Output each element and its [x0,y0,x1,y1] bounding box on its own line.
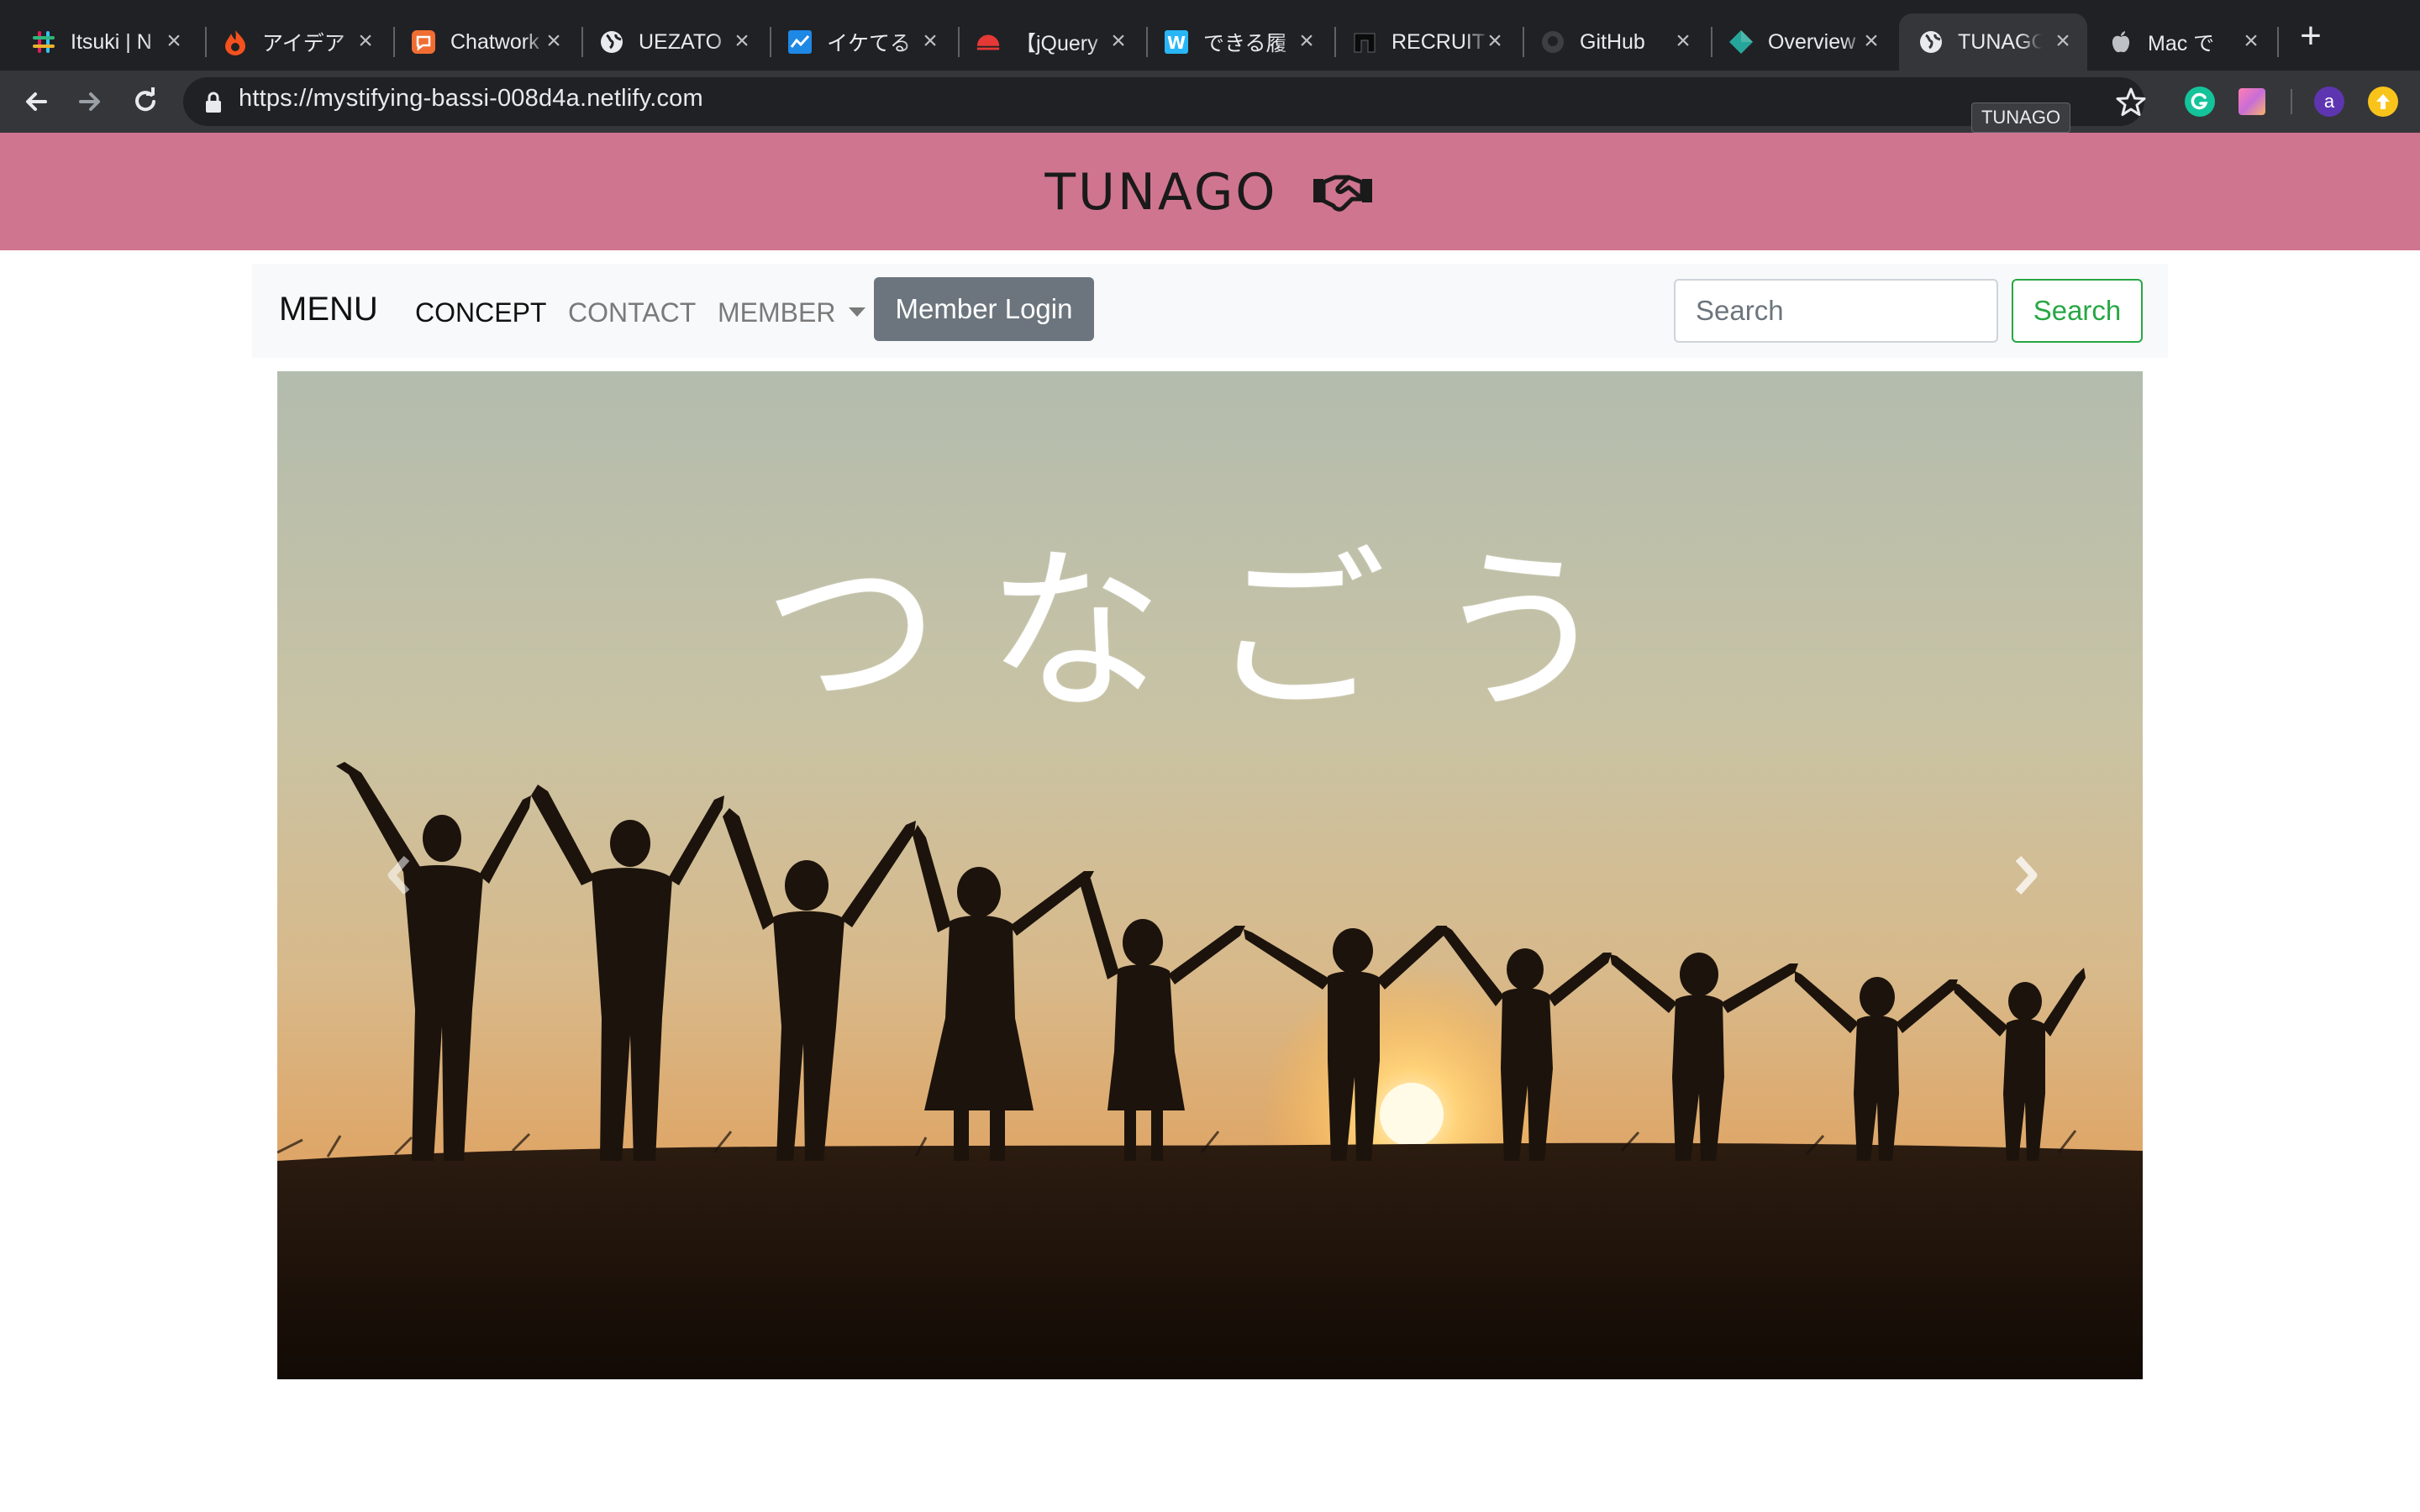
brand-title: TUNAGO [0,163,2420,222]
tab-separator [205,27,207,57]
handshake-icon [1313,175,1372,212]
carousel-next-icon[interactable] [2005,850,2047,900]
browser-tab[interactable]: Chatwork × [410,13,578,71]
chart-icon [786,29,813,55]
apple-icon [2107,29,2134,55]
tab-separator [1711,27,1712,57]
browser-tab[interactable]: W できる履 × [1163,13,1331,71]
hero-title: つなごう [762,529,1657,735]
bookmark-star-icon[interactable] [2114,86,2148,119]
toolbar-separator [2291,89,2292,114]
browser-tab[interactable]: アイデア × [222,13,390,71]
tab-title: UEZATO [639,29,723,54]
back-icon[interactable] [18,84,54,119]
browser-tab[interactable]: UEZATO × [598,13,766,71]
carousel-prev-icon[interactable] [378,850,420,900]
tab-title: Overview [1768,29,1856,54]
tab-title: Chatwork [450,29,539,54]
close-icon[interactable]: × [729,29,755,54]
slack-icon [30,29,57,55]
tab-title: RECRUIT [1392,29,1486,54]
nav-link-concept[interactable]: CONCEPT [415,297,546,328]
tab-title: できる履 [1203,32,1287,55]
search-input[interactable] [1674,279,1998,343]
tab-separator [2277,27,2279,57]
browser-tab-strip: Itsuki | N × アイデア × Chatwork × UEZATO × [0,0,2420,71]
tab-title: アイデア [262,32,345,55]
close-icon[interactable]: × [353,29,378,54]
browser-tab[interactable]: 【jQuery × [975,13,1143,71]
close-icon[interactable]: × [541,29,566,54]
globe-icon [1918,29,1944,55]
tab-separator [581,27,583,57]
w-icon: W [1163,29,1190,55]
update-indicator-icon[interactable] [2368,87,2398,117]
close-icon[interactable]: × [1106,29,1131,54]
tab-separator [1523,27,1524,57]
tab-title: Mac で [2148,32,2215,55]
url-text[interactable]: https://mystifying-bassi-008d4a.netlify.… [239,85,703,113]
browser-tab[interactable]: Mac で × [2107,13,2275,71]
forward-icon[interactable] [72,84,108,119]
tab-separator [770,27,771,57]
gradient-extension-icon[interactable] [2238,88,2265,115]
lock-icon[interactable] [203,91,224,114]
brand-header: TUNAGO [0,133,2420,250]
nav-dropdown-label: MEMBER [718,297,836,328]
reload-icon[interactable] [128,84,163,119]
new-tab-button[interactable]: + [2296,18,2326,55]
nav-link-contact[interactable]: CONTACT [568,297,696,328]
close-icon[interactable]: × [161,29,187,54]
close-icon[interactable]: × [2050,29,2075,54]
globe-icon [598,29,625,55]
caret-down-icon [849,307,866,317]
diamond-icon [1728,29,1754,55]
tab-separator [958,27,960,57]
close-icon[interactable]: × [2238,29,2264,54]
web-page: TUNAGO MENU CONCEPT CONTACT MEMBER Membe… [0,133,2420,1512]
tab-tooltip: TUNAGO [1971,102,2070,133]
browser-tab[interactable]: GitHub × [1539,13,1707,71]
svg-text:W: W [1167,33,1186,53]
search-button[interactable]: Search [2012,279,2143,343]
profile-avatar[interactable]: a [2314,87,2344,117]
tab-title: TUNAGO [1958,29,2042,54]
close-icon[interactable]: × [1294,29,1319,54]
browser-tab[interactable]: イケてる × [786,13,955,71]
main-navbar: MENU CONCEPT CONTACT MEMBER Member Login… [252,264,2168,358]
bookmark-icon [1351,29,1378,55]
github-icon [1539,29,1566,55]
close-icon[interactable]: × [918,29,943,54]
flame-icon [222,29,249,55]
tab-title: Itsuki | N [71,29,152,54]
tab-title: イケてる [827,32,912,55]
close-icon[interactable]: × [1859,29,1884,54]
tab-title: GitHub [1580,29,1645,54]
navbar-brand[interactable]: MENU [279,291,378,328]
browser-tab[interactable]: RECRUIT × [1351,13,1519,71]
browser-tab[interactable]: Itsuki | N × [30,13,198,71]
browser-tab[interactable]: Overview × [1728,13,1896,71]
sun-icon [975,29,1002,55]
close-icon[interactable]: × [1482,29,1507,54]
tab-separator [1146,27,1148,57]
chatwork-icon [410,29,437,55]
tab-separator [1334,27,1336,57]
member-login-button[interactable]: Member Login [874,277,1094,341]
browser-tab-active[interactable]: TUNAGO × [1899,13,2087,71]
tab-title: 【jQuery [1015,32,1098,55]
brand-text: TUNAGO [1044,163,1278,222]
hero-carousel: つなごう [277,371,2143,1379]
grammarly-extension-icon[interactable] [2185,87,2215,117]
close-icon[interactable]: × [1670,29,1696,54]
nav-dropdown-member[interactable]: MEMBER [718,297,866,328]
tab-separator [393,27,395,57]
